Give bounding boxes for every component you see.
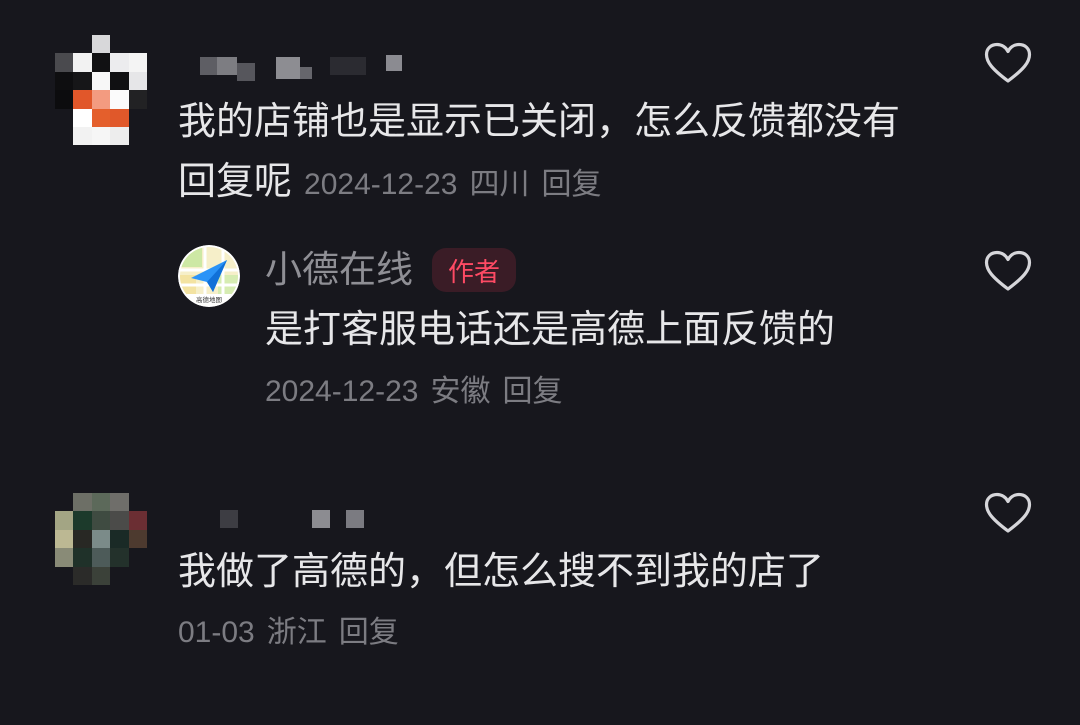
mosaic-block [55,35,73,53]
mosaic-block [73,493,92,512]
reply-text[interactable]: 是打客服电话还是高德上面反馈的 [265,300,965,360]
mosaic-block [346,510,364,528]
mosaic-block [73,35,91,53]
mosaic-block [110,126,129,146]
mosaic-block [91,71,111,91]
mosaic-block [110,35,128,53]
comment-date: 01-03 [178,616,255,649]
comment-meta: 01-03 浙江 回复 [178,608,399,658]
mosaic-block [91,126,111,146]
mosaic-block [237,63,255,81]
heart-outline-icon [984,42,1032,83]
mosaic-block [300,67,312,79]
mosaic-block [73,529,92,549]
mosaic-block [200,57,217,75]
mosaic-block [128,529,147,549]
comment-text[interactable]: 我做了高德的，但怎么搜不到我的店了 [178,542,918,602]
mosaic-block [73,548,92,567]
reply-location: 安徽 [430,375,491,408]
mosaic-block [330,57,366,75]
heart-outline-icon [984,250,1032,291]
mosaic-block [128,53,147,72]
mosaic-block [129,548,147,566]
mosaic-block [312,510,330,528]
mosaic-block [91,511,111,530]
mosaic-block [55,127,73,145]
mosaic-block [91,493,111,512]
like-button[interactable] [984,42,1032,84]
comment-text[interactable]: 我的店铺也是显示已关闭，怎么反馈都没有回复呢 2024-12-23 四川 回复 [178,92,918,215]
username[interactable]: 小德在线 [265,248,413,292]
reply-button[interactable]: 回复 [502,375,562,408]
username-redacted[interactable] [220,510,366,528]
mosaic-block [55,511,74,530]
comment-meta: 2024-12-23 四川 回复 [304,168,601,201]
like-button[interactable] [984,250,1032,292]
mosaic-block [91,90,111,109]
mosaic-block [73,71,92,91]
mosaic-block [129,493,147,511]
reply-button[interactable]: 回复 [339,616,399,649]
mosaic-block [217,57,237,75]
mosaic-block [91,108,111,127]
mosaic-block [91,566,111,585]
reply-date: 2024-12-23 [265,375,419,408]
mosaic-block [129,567,147,585]
mosaic-block [91,548,111,567]
mosaic-block [73,566,92,585]
mosaic-block [110,493,129,512]
username-redacted[interactable] [200,55,405,81]
mosaic-block [73,53,92,72]
mosaic-block [386,55,402,71]
reply-body: 是打客服电话还是高德上面反馈的 [265,309,836,351]
mosaic-block [128,511,147,530]
mosaic-block [91,35,111,54]
mosaic-block [55,567,73,585]
mosaic-block [91,529,111,549]
mosaic-block [55,109,73,127]
mosaic-block [73,90,92,109]
mosaic-block [110,90,129,109]
avatar[interactable] [55,35,147,146]
mosaic-block [110,71,129,91]
mosaic-block [73,511,92,530]
heart-outline-icon [984,492,1032,533]
mosaic-block [128,90,147,109]
mosaic-block [110,108,129,127]
mosaic-block [55,53,74,72]
reply-meta: 2024-12-23 安徽 回复 [265,367,562,417]
author-badge: 作者 [432,248,516,292]
mosaic-block [110,567,128,585]
mosaic-block [110,529,129,549]
comment-date: 2024-12-23 [304,168,458,201]
mosaic-block [55,71,74,91]
comment-location: 浙江 [266,616,327,649]
mosaic-block [91,53,111,72]
mosaic-block [129,35,147,53]
mosaic-block [55,548,74,567]
logo-text: 高德地图 [196,295,222,304]
mosaic-block [220,510,238,528]
gaode-map-logo-icon: 高德地图 [178,245,240,307]
mosaic-block [129,109,147,127]
avatar[interactable]: 高德地图 [178,245,240,307]
reply-header: 小德在线 作者 [265,248,516,292]
mosaic-block [128,71,147,91]
like-button[interactable] [984,492,1032,534]
mosaic-block [110,53,129,72]
mosaic-block [129,127,147,145]
mosaic-block [55,493,73,511]
mosaic-block [73,126,92,146]
comment-location: 四川 [469,168,530,201]
mosaic-block [110,548,129,567]
mosaic-block [73,108,92,127]
mosaic-block [110,511,129,530]
comment-body: 我做了高德的，但怎么搜不到我的店了 [178,551,825,593]
mosaic-block [276,57,300,79]
avatar[interactable] [55,493,147,585]
reply-button[interactable]: 回复 [541,168,601,201]
mosaic-block [55,529,74,549]
mosaic-block [55,90,74,109]
